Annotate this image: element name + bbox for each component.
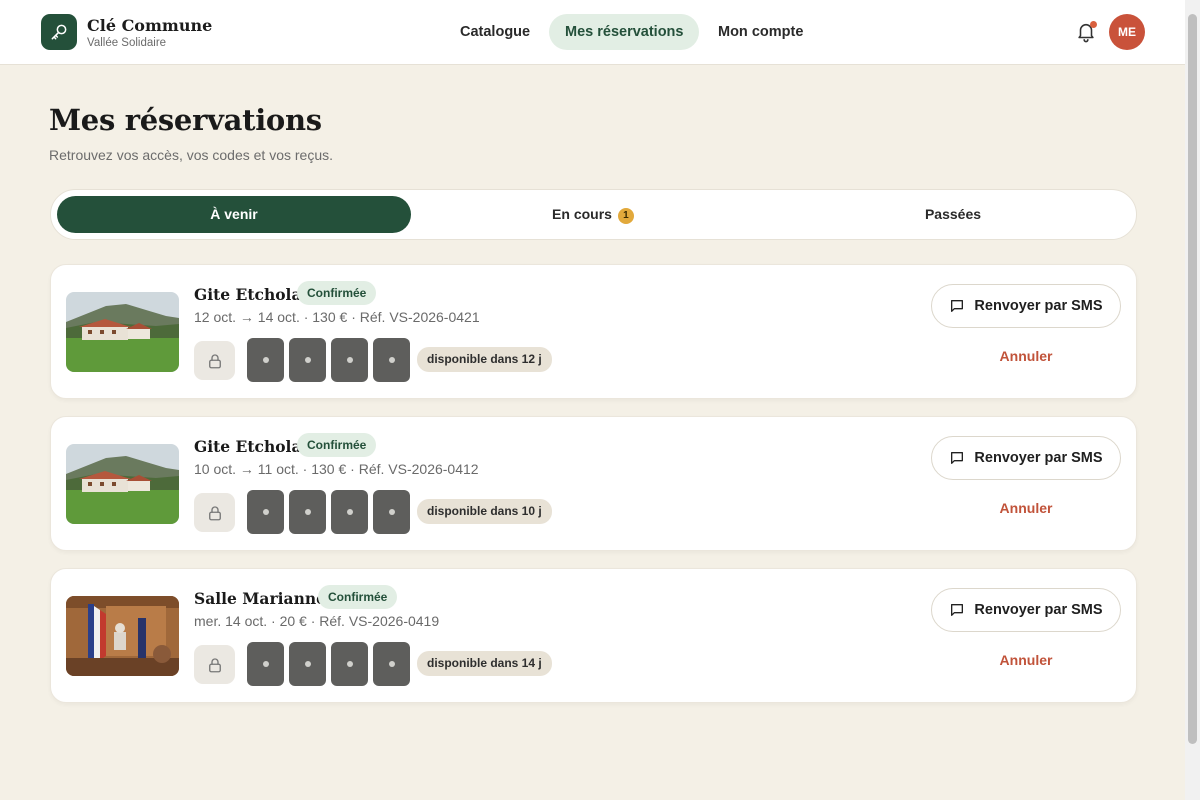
code-digit-hidden bbox=[331, 490, 368, 534]
code-digit-hidden bbox=[289, 642, 326, 686]
code-digit-hidden bbox=[289, 338, 326, 382]
status-badge: Confirmée bbox=[297, 433, 377, 457]
lock-icon bbox=[194, 341, 235, 380]
resend-sms-label: Renvoyer par SMS bbox=[974, 298, 1103, 314]
code-digit-hidden bbox=[373, 490, 410, 534]
cancel-link[interactable]: Annuler bbox=[931, 652, 1121, 668]
nav-mes-reservations[interactable]: Mes réservations bbox=[549, 14, 700, 50]
resend-sms-label: Renvoyer par SMS bbox=[974, 450, 1103, 466]
availability-badge: disponible dans 12 j bbox=[417, 347, 552, 372]
tab-passees[interactable]: Passées bbox=[777, 196, 1129, 233]
lock-icon bbox=[194, 645, 235, 684]
availability-badge: disponible dans 14 j bbox=[417, 651, 552, 676]
reservation-title: Salle Marianne bbox=[194, 589, 326, 608]
nav-mon-compte[interactable]: Mon compte bbox=[702, 14, 819, 50]
resend-sms-button[interactable]: Renvoyer par SMS bbox=[931, 284, 1121, 328]
reservation-title: Gite Etchola bbox=[194, 437, 302, 456]
top-header: Clé Commune Vallée Solidaire Catalogue M… bbox=[0, 0, 1185, 65]
code-digit-hidden bbox=[331, 338, 368, 382]
tab-en-cours[interactable]: En cours 1 bbox=[417, 196, 769, 233]
code-digit-hidden bbox=[247, 490, 284, 534]
tab-label: En cours bbox=[552, 206, 612, 222]
reservation-meta: mer. 14 oct. · 20 € · Réf. VS-2026-0419 bbox=[194, 613, 440, 629]
code-digit-hidden bbox=[289, 490, 326, 534]
reservation-card: Gite Etchola Confirmée 10 oct. → 11 oct.… bbox=[50, 416, 1137, 551]
resend-sms-button[interactable]: Renvoyer par SMS bbox=[931, 588, 1121, 632]
tab-label: À venir bbox=[210, 206, 258, 222]
code-digit-hidden bbox=[373, 338, 410, 382]
code-digit-hidden bbox=[373, 642, 410, 686]
key-icon[interactable] bbox=[41, 14, 77, 50]
tab-label: Passées bbox=[924, 206, 982, 222]
code-digit-hidden bbox=[331, 642, 368, 686]
house-photo[interactable] bbox=[66, 292, 179, 372]
message-icon bbox=[951, 604, 964, 616]
reservation-tabs: À venir En cours 1 Passées bbox=[50, 189, 1137, 240]
nav-catalogue[interactable]: Catalogue bbox=[444, 14, 546, 50]
resend-sms-label: Renvoyer par SMS bbox=[974, 602, 1103, 618]
resend-sms-button[interactable]: Renvoyer par SMS bbox=[931, 436, 1121, 480]
page-subtitle: Retrouvez vos accès, vos codes et vos re… bbox=[49, 147, 334, 163]
reservation-meta: 12 oct. → 14 oct. · 130 € · Réf. VS-2026… bbox=[194, 309, 480, 325]
count-badge: 1 bbox=[617, 208, 634, 224]
cancel-link[interactable]: Annuler bbox=[931, 348, 1121, 364]
message-icon bbox=[951, 300, 964, 312]
hall-photo[interactable] bbox=[66, 596, 179, 676]
status-badge: Confirmée bbox=[297, 281, 377, 305]
brand-subtitle: Vallée Solidaire bbox=[87, 37, 167, 49]
scrollbar-thumb[interactable] bbox=[1188, 14, 1197, 744]
avatar[interactable]: ME bbox=[1109, 14, 1145, 50]
brand-title[interactable]: Clé Commune bbox=[87, 16, 212, 35]
tab-a-venir[interactable]: À venir bbox=[57, 196, 411, 233]
reservation-card: Gite Etchola Confirmée 12 oct. → 14 oct.… bbox=[50, 264, 1137, 399]
code-digit-hidden bbox=[247, 642, 284, 686]
reservation-title: Gite Etchola bbox=[194, 285, 302, 304]
availability-badge: disponible dans 10 j bbox=[417, 499, 552, 524]
reservation-meta: 10 oct. → 11 oct. · 130 € · Réf. VS-2026… bbox=[194, 461, 479, 477]
reservation-card: Salle Marianne Confirmée mer. 14 oct. · … bbox=[50, 568, 1137, 703]
message-icon bbox=[951, 452, 964, 464]
lock-icon bbox=[194, 493, 235, 532]
notification-dot bbox=[1090, 21, 1097, 28]
house-photo[interactable] bbox=[66, 444, 179, 524]
cancel-link[interactable]: Annuler bbox=[931, 500, 1121, 516]
code-digit-hidden bbox=[247, 338, 284, 382]
page-title: Mes réservations bbox=[49, 103, 322, 137]
status-badge: Confirmée bbox=[318, 585, 398, 609]
